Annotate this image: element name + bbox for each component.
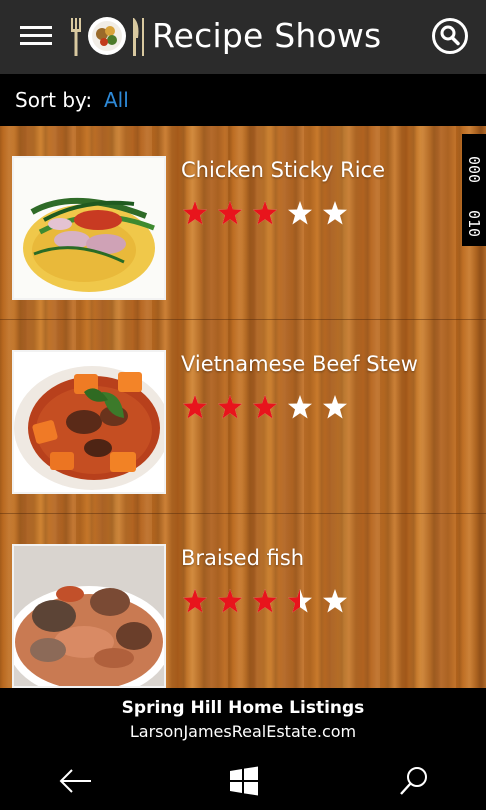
sort-label: Sort by: [15, 88, 93, 112]
hamburger-menu-icon[interactable] [20, 26, 52, 46]
star-empty-icon [323, 589, 347, 613]
side-counter-bottom: 010 [465, 210, 483, 238]
recipe-thumbnail-vietnamese-beef-stew [12, 350, 166, 494]
side-counter-top: 000 [465, 156, 483, 184]
recipe-list: Chicken Sticky Rice Vietnamese Beef Stew… [0, 126, 486, 688]
recipe-thumbnail-chicken-sticky-rice [12, 156, 166, 300]
app-title: Recipe Shows [152, 16, 382, 55]
recipe-thumbnail-braised-fish [12, 544, 166, 688]
sort-bar: Sort by: All [0, 74, 486, 126]
star-empty-icon [323, 201, 347, 225]
star-half-icon [288, 589, 312, 613]
recipe-name: Chicken Sticky Rice [181, 158, 386, 182]
star-empty-icon [323, 395, 347, 419]
ad-banner[interactable]: Spring Hill Home Listings LarsonJamesRea… [0, 688, 486, 750]
star-filled-icon [183, 589, 207, 613]
search-icon[interactable] [432, 18, 468, 54]
recipe-name: Braised fish [181, 546, 305, 570]
ad-url: LarsonJamesRealEstate.com [129, 722, 357, 741]
star-filled-icon [183, 395, 207, 419]
recipe-item[interactable]: Braised fish [0, 514, 486, 688]
star-empty-icon [288, 395, 312, 419]
star-filled-icon [253, 589, 277, 613]
fork-plate-knife-logo [71, 17, 144, 56]
star-empty-icon [288, 201, 312, 225]
system-navbar [0, 750, 486, 810]
search-icon[interactable] [394, 764, 434, 798]
side-counter: 000 010 [462, 134, 486, 246]
recipe-name: Vietnamese Beef Stew [181, 352, 418, 376]
ad-title: Spring Hill Home Listings [121, 698, 365, 718]
star-filled-icon [183, 201, 207, 225]
recipe-item[interactable]: Chicken Sticky Rice [0, 126, 486, 320]
back-arrow-icon[interactable] [56, 764, 96, 798]
star-filled-icon [253, 201, 277, 225]
sort-filter-dropdown[interactable]: All [104, 88, 129, 112]
recipe-item[interactable]: Vietnamese Beef Stew [0, 320, 486, 514]
star-filled-icon [253, 395, 277, 419]
windows-start-icon[interactable] [224, 764, 264, 798]
star-filled-icon [218, 201, 242, 225]
star-filled-icon [218, 395, 242, 419]
app-header: Recipe Shows [0, 0, 486, 74]
star-filled-icon [218, 589, 242, 613]
